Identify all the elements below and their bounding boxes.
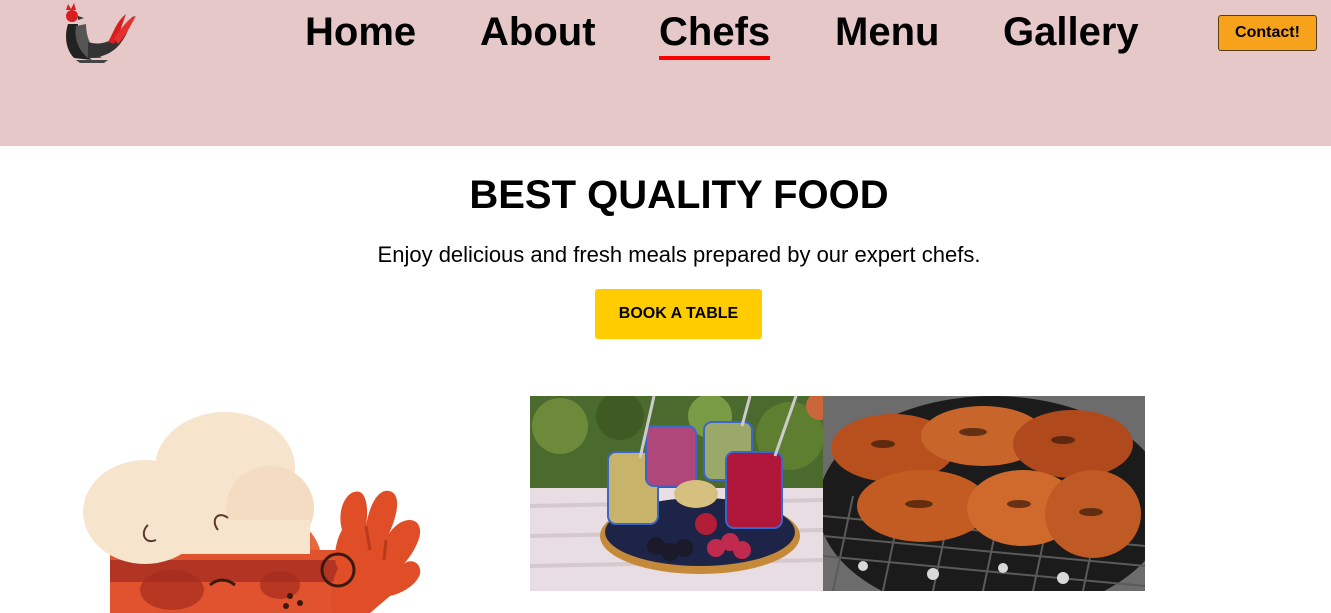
nav-chefs[interactable]: Chefs xyxy=(659,8,771,60)
grilled-chicken-photo xyxy=(823,396,1145,591)
contact-button[interactable]: Contact! xyxy=(1218,15,1317,51)
site-header: Home About Chefs Menu Gallery Contact! xyxy=(0,0,1331,146)
hero-title: BEST QUALITY FOOD xyxy=(469,173,889,217)
book-table-button[interactable]: BOOK A TABLE xyxy=(595,289,762,339)
nav-menu[interactable]: Menu xyxy=(835,8,939,56)
chef-illustration xyxy=(83,412,421,613)
hero-subtitle: Enjoy delicious and fresh meals prepared… xyxy=(377,242,981,267)
nav-home[interactable]: Home xyxy=(305,8,416,56)
main-nav: Home About Chefs Menu Gallery xyxy=(0,8,1331,68)
smoothies-photo xyxy=(530,396,823,591)
nav-gallery[interactable]: Gallery xyxy=(1003,8,1139,56)
nav-about[interactable]: About xyxy=(480,8,596,56)
